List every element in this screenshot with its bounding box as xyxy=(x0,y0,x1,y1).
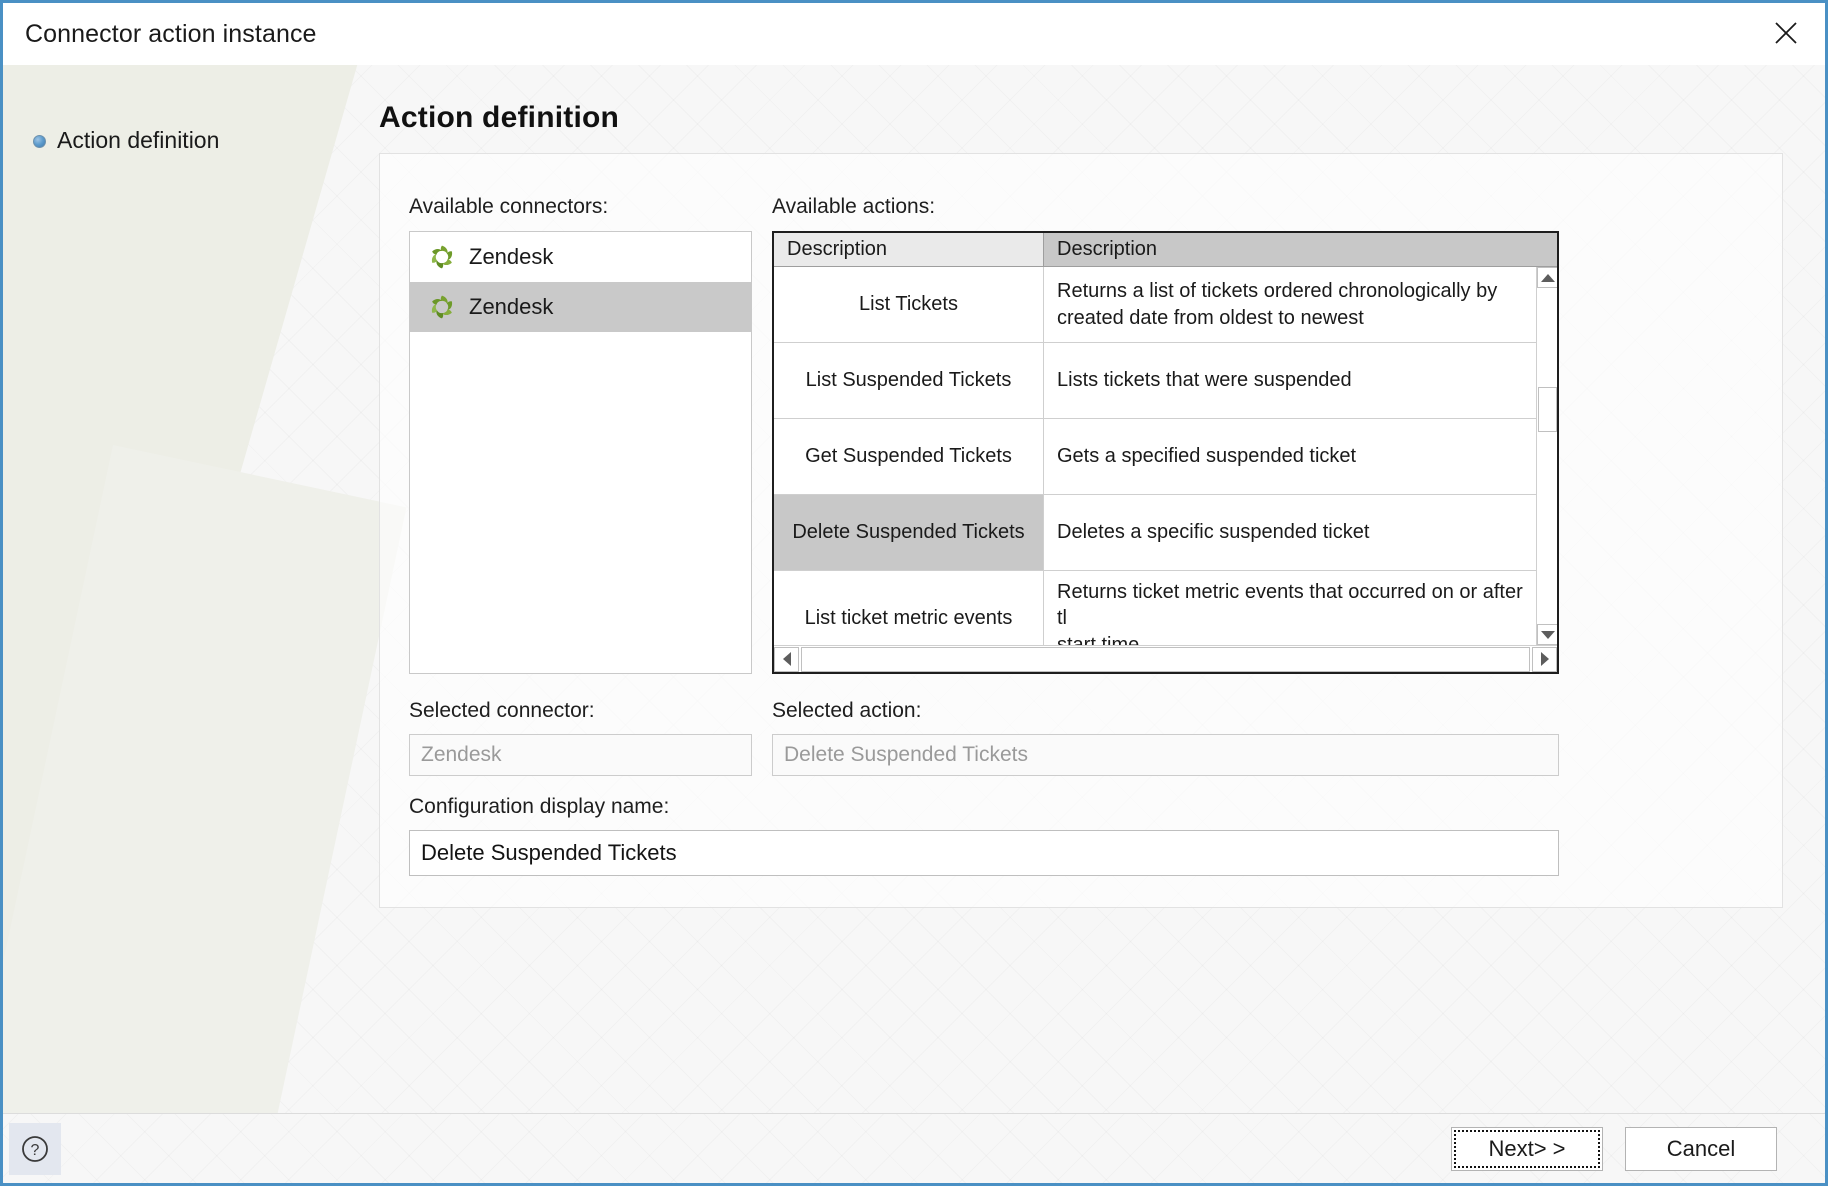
sidebar-item-label: Action definition xyxy=(57,127,220,153)
grid-cell-name[interactable]: List ticket metric events xyxy=(774,571,1044,645)
close-button[interactable] xyxy=(1757,7,1815,59)
dialog-window: Connector action instance Action definit… xyxy=(0,0,1828,1186)
window-title: Connector action instance xyxy=(25,19,317,48)
connector-label: Zendesk xyxy=(469,294,554,319)
grid-cell-description[interactable]: Deletes a specific suspended ticket xyxy=(1044,495,1536,570)
grid-cell-name[interactable]: Delete Suspended Tickets xyxy=(774,495,1044,570)
grid-vertical-scrollbar[interactable] xyxy=(1536,267,1557,645)
horizontal-scroll-thumb[interactable] xyxy=(801,646,1530,672)
selected-connector-field: Zendesk xyxy=(409,734,752,776)
dialog-body: Action definition Action definition Avai… xyxy=(3,65,1825,1113)
svg-text:?: ? xyxy=(31,1142,40,1159)
grid-rows: List Tickets Returns a list of tickets or… xyxy=(774,267,1536,645)
available-actions-label: Available actions: xyxy=(772,195,936,218)
grid-row[interactable]: List Tickets Returns a list of tickets or… xyxy=(774,267,1536,343)
grid-cell-description[interactable]: Returns a list of tickets ordered chrono… xyxy=(1044,267,1536,342)
next-button[interactable]: Next> > xyxy=(1451,1126,1603,1171)
form-panel: Available connectors: Zendesk Zendesk Ava… xyxy=(379,153,1783,908)
selected-connector-group: Selected connector: Zendesk xyxy=(409,699,752,776)
grid-cell-description[interactable]: Lists tickets that were suspended xyxy=(1044,343,1536,418)
scroll-left-arrow-icon xyxy=(782,652,791,666)
available-actions-grid[interactable]: Description Description List Tickets Retu… xyxy=(772,231,1559,674)
cancel-button[interactable]: Cancel xyxy=(1625,1126,1777,1171)
selected-action-label: Selected action: xyxy=(772,699,922,722)
scroll-up-arrow-icon xyxy=(1540,273,1555,282)
grid-row[interactable]: List ticket metric events Returns ticket … xyxy=(774,571,1536,645)
title-bar: Connector action instance xyxy=(3,3,1825,65)
connector-list-item[interactable]: Zendesk xyxy=(410,232,751,282)
selected-connector-label: Selected connector: xyxy=(409,699,595,722)
step-bullet-icon xyxy=(33,135,46,148)
grid-cell-description[interactable]: Returns ticket metric events that occurr… xyxy=(1044,571,1536,645)
sidebar-item-action-definition[interactable]: Action definition xyxy=(33,127,333,154)
wizard-steps-sidebar: Action definition xyxy=(3,65,333,1113)
scroll-down-button[interactable] xyxy=(1537,624,1557,645)
grid-row[interactable]: List Suspended Tickets Lists tickets that… xyxy=(774,343,1536,419)
grid-column-header-description[interactable]: Description xyxy=(1044,233,1557,266)
help-button[interactable]: ? xyxy=(9,1122,61,1175)
scroll-right-arrow-icon xyxy=(1540,652,1549,666)
dialog-footer: ? Next> > Cancel xyxy=(3,1113,1825,1183)
scroll-right-button[interactable] xyxy=(1532,646,1557,672)
configuration-display-name-group: Configuration display name: Delete Suspe… xyxy=(409,795,1559,876)
page-title: Action definition xyxy=(379,101,620,134)
close-icon xyxy=(1775,22,1797,44)
configuration-display-name-label: Configuration display name: xyxy=(409,795,670,818)
grid-cell-name[interactable]: List Tickets xyxy=(774,267,1044,342)
grid-column-header-name[interactable]: Description xyxy=(774,233,1044,266)
grid-horizontal-scrollbar[interactable] xyxy=(774,645,1557,672)
vertical-scroll-thumb[interactable] xyxy=(1538,387,1557,432)
available-connectors-label: Available connectors: xyxy=(409,195,609,218)
connector-list-item[interactable]: Zendesk xyxy=(410,282,751,332)
selected-action-field: Delete Suspended Tickets xyxy=(772,734,1559,776)
scroll-left-button[interactable] xyxy=(774,646,799,672)
help-question-icon: ? xyxy=(22,1135,48,1162)
configuration-display-name-input[interactable]: Delete Suspended Tickets xyxy=(409,830,1559,876)
zendesk-icon xyxy=(431,245,453,269)
available-actions-group: Available actions: Description Descripti… xyxy=(772,195,1559,674)
scroll-up-button[interactable] xyxy=(1537,267,1557,288)
grid-cell-name[interactable]: List Suspended Tickets xyxy=(774,343,1044,418)
grid-row[interactable]: Get Suspended Tickets Gets a specified su… xyxy=(774,419,1536,495)
grid-row[interactable]: Delete Suspended Tickets Deletes a specif… xyxy=(774,495,1536,571)
connector-label: Zendesk xyxy=(469,244,554,269)
grid-header-row: Description Description xyxy=(774,233,1557,267)
content-area: Action definition Available connectors: … xyxy=(333,65,1825,1113)
scroll-down-arrow-icon xyxy=(1540,630,1555,639)
selected-action-group: Selected action: Delete Suspended Ticket… xyxy=(772,699,1559,776)
grid-cell-description[interactable]: Gets a specified suspended ticket xyxy=(1044,419,1536,494)
grid-cell-name[interactable]: Get Suspended Tickets xyxy=(774,419,1044,494)
available-connectors-list[interactable]: Zendesk Zendesk xyxy=(409,231,752,674)
zendesk-icon xyxy=(431,295,453,319)
available-connectors-group: Available connectors: Zendesk Zendesk xyxy=(409,195,752,674)
